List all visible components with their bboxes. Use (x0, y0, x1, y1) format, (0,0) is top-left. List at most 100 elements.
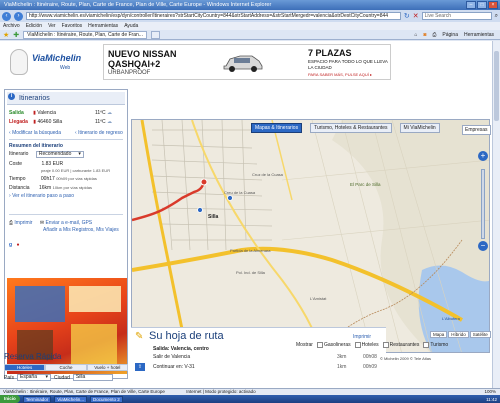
search-icon[interactable]: ⌕ (495, 13, 498, 20)
zoom-level[interactable]: 100% (484, 388, 496, 395)
window-title: ViaMichelin : Itinéraire, Route, Plan, C… (4, 2, 272, 8)
print-icon[interactable]: ⎙ (432, 32, 436, 38)
menu-item-ayuda[interactable]: Ayuda (124, 22, 138, 30)
taskbar-item[interactable]: Documento 2 (89, 395, 123, 403)
country-select[interactable]: España ▾ (17, 374, 52, 381)
zoom-slider[interactable] (481, 169, 485, 239)
map-tab-bar: Mapas & Itinerarios Turismo, Hoteles & R… (131, 121, 490, 135)
layer-restaurants[interactable]: Restaurantes (382, 341, 420, 348)
maximize-button[interactable]: □ (477, 1, 487, 9)
step-by-step-link[interactable]: › Ver el itinerario paso a paso (9, 193, 74, 199)
send-link[interactable]: Enviar a e-mail, GPS (45, 220, 92, 226)
clock: 11:42 (486, 396, 497, 402)
divider (9, 214, 123, 215)
ad-banner[interactable]: NUEVO NISSAN QASHQAI+2 URBANPROOF 7 PLAZ… (103, 44, 391, 80)
poi-marker (227, 195, 233, 201)
promo-photo (15, 286, 65, 322)
stop-icon[interactable]: ✕ (413, 12, 419, 20)
map-canvas[interactable] (132, 120, 490, 353)
distance-label: Distancia (9, 185, 30, 191)
ad-more-link[interactable]: PARA SABER MÁS, PULSE AQUÍ ▸ (308, 72, 372, 77)
route-step-2: Continuar en: V-31 (153, 364, 195, 370)
map-type-switch: Mapa Híbrido Satélite (430, 331, 491, 338)
layer-gas-label: Gasolineras (323, 341, 351, 348)
taskbar-item[interactable]: ViaMichelin... (54, 395, 87, 403)
quick-booking-title: Reserva Rápida (4, 352, 62, 361)
partner-logo-icon: ● (16, 242, 20, 248)
forward-button[interactable]: › (14, 11, 23, 21)
page-menu[interactable]: Página (442, 32, 458, 38)
route-sheet-icon: ✎ (135, 331, 144, 342)
quick-booking-form: País España ▾ Ciudad Silla (4, 374, 128, 381)
close-button[interactable]: × (488, 1, 498, 9)
taskbar-item[interactable]: Terminador (22, 395, 52, 403)
layer-tourism[interactable]: Turismo (423, 341, 449, 348)
menu-bar: Archivo Edición Ver Favoritos Herramient… (0, 22, 500, 30)
scrollbar-thumb[interactable] (494, 51, 499, 121)
return-itinerary-link[interactable]: ‹ Itinerario de regreso (75, 130, 123, 136)
end-temp: 11ºC (95, 119, 106, 125)
map-copyright: © Michelin 2009 © Tele Atlas (380, 356, 431, 361)
tab-my-viamichelin[interactable]: Mi ViaMichelin (399, 123, 440, 133)
feeds-icon[interactable]: ◙ (423, 32, 426, 38)
tools-menu[interactable]: Herramientas (464, 32, 494, 38)
tab-hotels[interactable]: Hoteles (4, 364, 46, 371)
time-value: 00h17 (40, 176, 55, 182)
checkbox[interactable] (354, 341, 361, 348)
menu-item-herramientas[interactable]: Herramientas (88, 22, 118, 30)
add-to-records-link[interactable]: Añadir a Mis Registros, Mis Viajes (43, 227, 119, 233)
menu-item-edicion[interactable]: Edición (26, 22, 42, 30)
itinerary-type-label: Itinerario (9, 151, 29, 157)
checkbox[interactable] (316, 341, 323, 348)
layer-restaurants-label: Restaurantes (389, 341, 420, 348)
favorites-star-icon[interactable]: ★ (3, 31, 9, 39)
back-button[interactable]: ‹ (2, 11, 11, 21)
poi-marker (197, 207, 203, 213)
business-button[interactable]: Empresas (462, 125, 491, 135)
itinerary-sidebar: Itinerarios i Salida ▮ Valencia 11ºC ☁ L… (4, 89, 128, 379)
ad-title-1: NUEVO NISSAN (108, 49, 177, 59)
cost-row: Coste 1.83 EUR (9, 161, 63, 167)
print-link[interactable]: Imprimir (14, 220, 32, 226)
zoom-out-button[interactable]: − (478, 241, 488, 251)
home-icon[interactable]: ⌂ (414, 32, 417, 38)
map-type-satellite[interactable]: Satélite (469, 331, 491, 338)
layer-gas-stations[interactable]: Gasolineras (316, 341, 351, 348)
tab-maps-itineraries[interactable]: Mapas & Itinerarios (251, 123, 303, 133)
add-favorites-icon[interactable]: ✚ (13, 31, 19, 39)
menu-item-favoritos[interactable]: Favoritos (62, 22, 83, 30)
tab-car[interactable]: Coche (45, 364, 87, 371)
page-scrollbar[interactable] (492, 41, 500, 388)
map-type-map[interactable]: Mapa (430, 331, 448, 338)
return-itinerary-label: Itinerario de regreso (78, 130, 123, 136)
distance-detail: 10km por vías rápidas (52, 185, 92, 190)
menu-item-ver[interactable]: Ver (48, 22, 56, 30)
tab-tourism-hotels[interactable]: Turismo, Hoteles & Restaurantes (310, 123, 392, 133)
itinerary-type-select[interactable]: Recomendado ▾ (35, 151, 84, 158)
refresh-icon[interactable]: ↻ (404, 12, 410, 20)
map-type-hybrid[interactable]: Híbrido (448, 331, 469, 338)
cloud-icon: ☁ (107, 119, 113, 125)
browser-tab[interactable]: ViaMichelin : Itinéraire, Route, Plan, C… (23, 30, 147, 39)
modify-search-link[interactable]: ‹ Modificar la búsqueda (9, 130, 61, 136)
map-view[interactable]: El Parc de Silla Silla Creu de la Cuasa … (131, 119, 490, 353)
checkbox[interactable] (423, 341, 430, 348)
menu-item-archivo[interactable]: Archivo (3, 22, 20, 30)
layer-tourism-label: Turismo (430, 341, 449, 348)
layer-hotels[interactable]: Hoteles (354, 341, 379, 348)
start-button[interactable]: Inicio (0, 395, 20, 403)
zoom-in-button[interactable]: + (478, 151, 488, 161)
google-logo-icon: g (9, 242, 13, 248)
end-weather: 11ºC ☁ (95, 119, 112, 125)
tab-flight-hotel[interactable]: Vuelo + hotel (86, 364, 128, 371)
cloud-icon: ☁ (107, 110, 113, 116)
logo[interactable]: ViaMichelin Web (2, 43, 102, 79)
city-input[interactable]: Silla (72, 374, 113, 381)
search-input[interactable]: Live Search (421, 12, 492, 20)
new-tab-button[interactable] (150, 30, 161, 39)
map-label-mulleta: L'Amistat (310, 296, 327, 301)
minimize-button[interactable]: – (466, 1, 476, 9)
quick-booking-tabs: Hoteles Coche Vuelo + hotel (4, 364, 128, 371)
url-input[interactable]: http://www.viamichelin.es/viamichelin/es… (26, 12, 401, 20)
checkbox[interactable] (382, 341, 389, 348)
